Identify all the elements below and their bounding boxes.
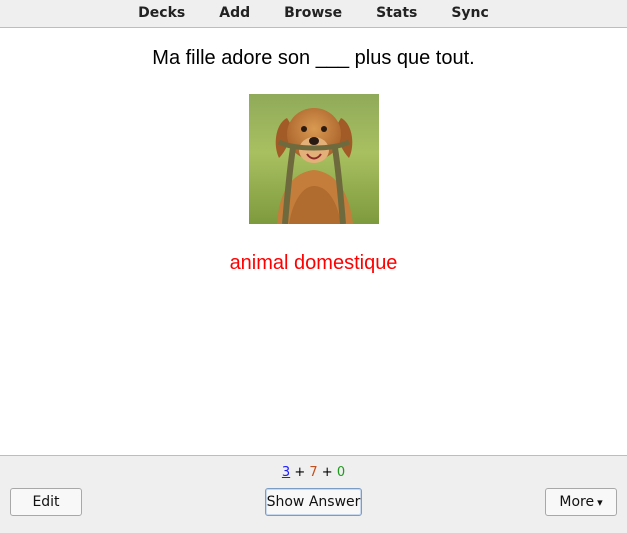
menu-stats[interactable]: Stats <box>376 0 417 27</box>
menu-browse[interactable]: Browse <box>284 0 342 27</box>
top-toolbar: Decks Add Browse Stats Sync <box>0 0 627 28</box>
due-counts: 3 + 7 + 0 <box>0 465 627 480</box>
main-menu: Decks Add Browse Stats Sync <box>0 0 627 27</box>
show-answer-label: Show Answer <box>266 494 361 510</box>
menu-sync[interactable]: Sync <box>451 0 488 27</box>
card-hint: animal domestique <box>229 252 398 274</box>
dog-image <box>249 94 379 224</box>
card-view: Ma fille adore son ___ plus que tout. an… <box>0 28 627 455</box>
learn-count: 7 <box>309 465 318 480</box>
dog-illustration <box>249 94 379 224</box>
bottom-toolbar: 3 + 7 + 0 Edit Show Answer More ▾ <box>0 455 627 533</box>
card-question: Ma fille adore son ___ plus que tout. <box>152 47 475 69</box>
show-answer-button[interactable]: Show Answer <box>265 488 362 516</box>
menu-decks[interactable]: Decks <box>138 0 185 27</box>
new-count[interactable]: 3 <box>282 465 290 480</box>
edit-button-label: Edit <box>32 494 60 510</box>
menu-add[interactable]: Add <box>219 0 250 27</box>
more-button[interactable]: More ▾ <box>545 488 617 516</box>
edit-button[interactable]: Edit <box>10 488 82 516</box>
review-count: 0 <box>336 465 346 480</box>
count-separator: + <box>294 465 306 480</box>
count-separator: + <box>321 465 333 480</box>
more-button-label: More <box>559 494 595 510</box>
caret-down-icon: ▾ <box>597 495 603 509</box>
